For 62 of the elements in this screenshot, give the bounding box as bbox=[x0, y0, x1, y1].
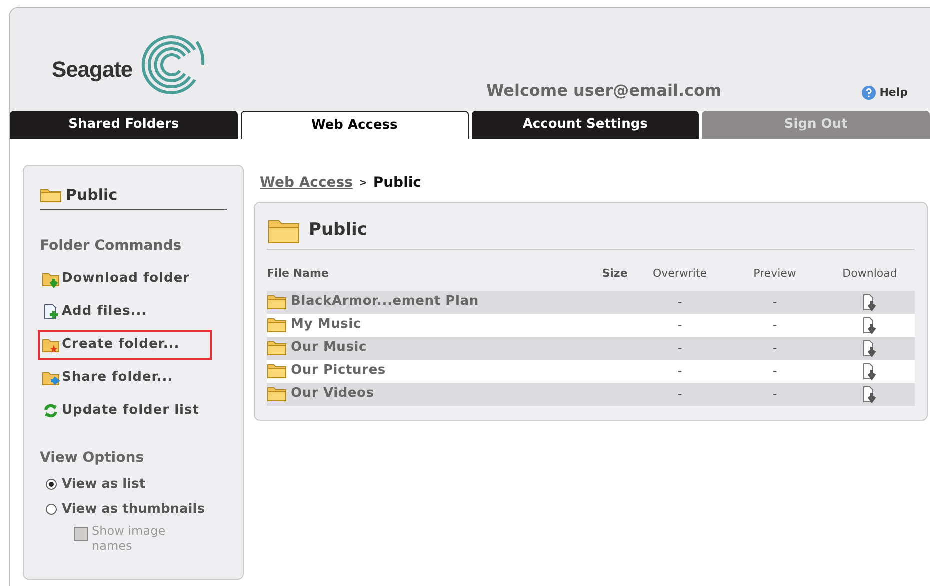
file-row[interactable]: Our Pictures - - bbox=[267, 360, 915, 382]
section-heading: View Options bbox=[40, 448, 146, 468]
file-row[interactable]: Our Music - - bbox=[267, 336, 915, 360]
radio-label: View as thumbnails bbox=[62, 501, 205, 519]
brand-name: Seagate bbox=[52, 56, 133, 84]
download-icon[interactable] bbox=[861, 363, 879, 381]
download-icon[interactable] bbox=[861, 386, 879, 404]
folder-icon bbox=[267, 386, 287, 402]
table-cell-text: - bbox=[678, 317, 682, 334]
download-icon[interactable] bbox=[861, 317, 879, 335]
column-header: Download bbox=[842, 266, 898, 282]
folder-name: Our Music bbox=[291, 339, 368, 358]
table-cell-text: - bbox=[678, 294, 682, 311]
file-plus-icon bbox=[42, 302, 60, 320]
welcome-message: Welcome user@email.com bbox=[486, 80, 722, 102]
folder-icon bbox=[267, 363, 287, 379]
folder-name: Our Pictures bbox=[291, 362, 386, 380]
radio-button[interactable] bbox=[46, 478, 57, 490]
download-icon[interactable] bbox=[861, 294, 879, 312]
folder-name: BlackArmor...ement Plan bbox=[291, 293, 479, 312]
table-cell-text: - bbox=[772, 386, 778, 403]
folder-command[interactable]: Create folder... bbox=[38, 330, 212, 360]
column-header: Size bbox=[602, 266, 628, 282]
breadcrumb-link[interactable]: Web Access bbox=[260, 173, 353, 194]
breadcrumb-separator: > bbox=[358, 177, 368, 191]
table-cell-text: - bbox=[772, 317, 778, 334]
folder-icon bbox=[40, 187, 62, 204]
download-icon[interactable] bbox=[861, 340, 879, 358]
folder-name: My Music bbox=[291, 316, 362, 334]
folder-command[interactable]: Download folder bbox=[38, 264, 212, 294]
folder-name: Our Videos bbox=[291, 385, 374, 404]
table-cell-text: - bbox=[772, 340, 778, 357]
radio-label: View as list bbox=[62, 476, 146, 494]
file-row[interactable]: My Music - - bbox=[267, 314, 915, 336]
column-header: File Name bbox=[267, 267, 329, 280]
folder-command[interactable]: Share folder... bbox=[38, 362, 212, 392]
column-header: Overwrite bbox=[652, 266, 708, 282]
file-row[interactable]: Our Videos - - bbox=[267, 382, 915, 406]
table-cell-text: - bbox=[772, 294, 778, 311]
folder-command[interactable]: Update folder list bbox=[38, 396, 212, 426]
table-cell-text: - bbox=[678, 340, 682, 357]
radio-button[interactable] bbox=[46, 504, 57, 516]
nav-tab[interactable]: Web Access bbox=[240, 111, 469, 139]
nav-tab[interactable]: Account Settings bbox=[472, 111, 700, 139]
section-heading: Folder Commands bbox=[40, 236, 183, 256]
folder-command[interactable]: Add files... bbox=[38, 296, 212, 326]
folder-icon bbox=[267, 294, 287, 310]
refresh-icon bbox=[42, 402, 60, 420]
help-link[interactable]: Help bbox=[862, 84, 908, 101]
folder-icon bbox=[267, 340, 287, 356]
folder-icon bbox=[267, 317, 287, 333]
table-cell-text: - bbox=[678, 363, 682, 380]
table-cell-text: - bbox=[678, 386, 682, 403]
checkbox-label: Show image names bbox=[92, 524, 167, 554]
table-cell-text: - bbox=[772, 363, 778, 380]
file-row[interactable]: BlackArmor...ement Plan - - bbox=[267, 290, 915, 314]
nav-tab[interactable]: Shared Folders bbox=[10, 111, 238, 139]
folder-title: Public bbox=[66, 185, 118, 206]
help-icon bbox=[862, 86, 876, 100]
panel-title: Public bbox=[309, 219, 368, 242]
breadcrumb-current: Public bbox=[373, 174, 422, 193]
column-header: Preview bbox=[754, 266, 796, 282]
